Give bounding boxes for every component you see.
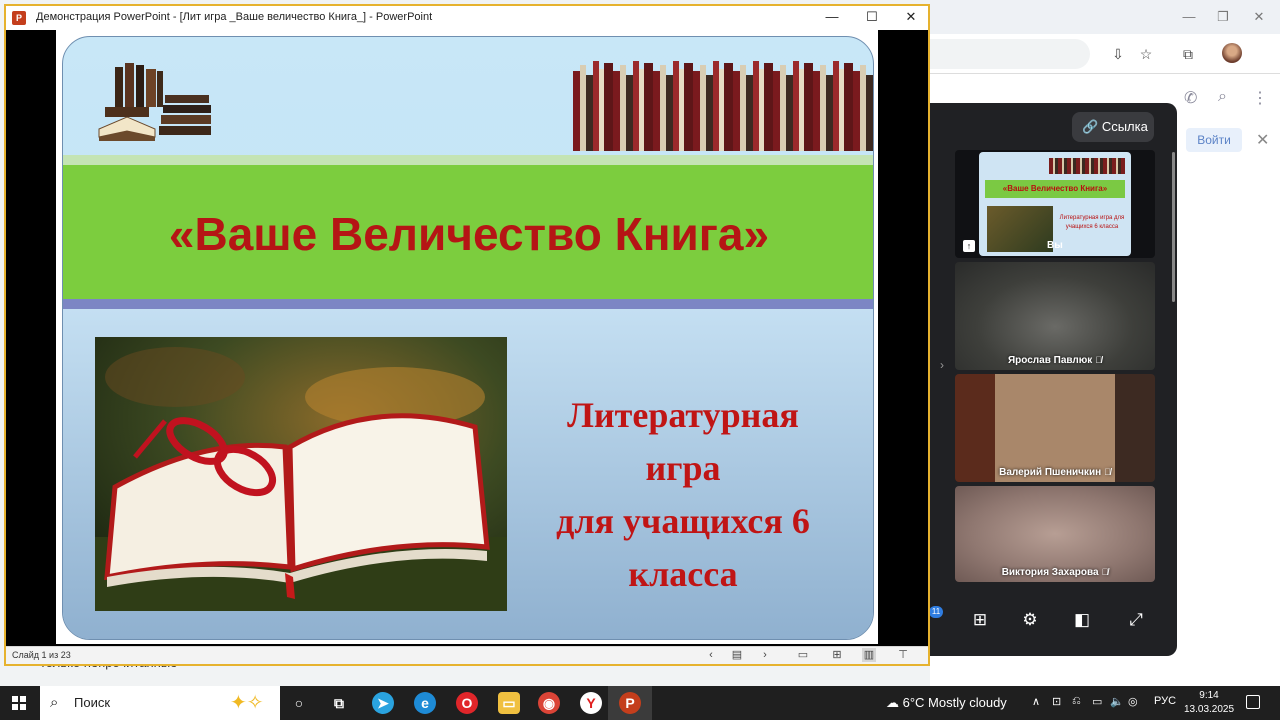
yandex-browser-icon[interactable]: Y [580, 692, 602, 714]
tray-chevron-icon[interactable]: ∧ [1032, 695, 1040, 708]
windows-start-icon[interactable] [12, 696, 26, 710]
mic-off-icon: 🎙̸ [1104, 467, 1111, 477]
weather-widget[interactable]: ☁ 6°C Mostly cloudy [886, 695, 1007, 711]
phone-icon[interactable]: ✆ [1184, 88, 1197, 108]
open-book-photo [95, 337, 507, 611]
divider-strip [63, 299, 873, 309]
chevron-right-icon[interactable]: › [940, 358, 944, 372]
close-icon[interactable]: ✕ [903, 9, 919, 25]
normal-view-icon[interactable]: ▭ [796, 648, 810, 662]
powerpoint-window: P Демонстрация PowerPoint - [Лит игра _В… [4, 4, 930, 666]
install-icon[interactable]: ⇩ [1108, 44, 1128, 64]
network-icon[interactable]: ▭ [1092, 695, 1102, 708]
opera-icon[interactable]: O [456, 692, 478, 714]
participant-tile[interactable]: Ярослав Павлюк 🎙̸ [955, 262, 1155, 370]
chrome-icon[interactable]: ◉ [538, 692, 560, 714]
edge-icon[interactable]: e [414, 692, 436, 714]
copy-link-button[interactable]: 🔗 Ссылка [1072, 112, 1154, 142]
date: 13.03.2025 [1184, 704, 1235, 715]
minimize-icon[interactable]: — [1180, 8, 1198, 26]
participant-name: Валерий Пшеничкин 🎙̸ [999, 467, 1111, 478]
slide-frame: «Ваше Величество Книга» Литературная игр… [62, 36, 874, 640]
copy-link-label: Ссылка [1101, 119, 1148, 134]
powerpoint-titlebar: P Демонстрация PowerPoint - [Лит игра _В… [6, 6, 928, 30]
browser-titlebar: — ❐ ✕ [930, 0, 1280, 34]
layout-icon[interactable]: ◧ [1072, 610, 1092, 630]
participant-tile[interactable]: Валерий Пшеничкин 🎙̸ [955, 374, 1155, 482]
fullscreen-icon[interactable]: ⤢ [1126, 610, 1146, 630]
slide-subtitle: Литературная игра для учащихся 6 класса [556, 395, 810, 594]
scrollbar[interactable] [1172, 152, 1175, 302]
participant-tile[interactable]: Виктория Захарова 🎙̸ [955, 486, 1155, 582]
powerpoint-taskbar-icon[interactable]: P [619, 692, 641, 714]
divider-strip [63, 155, 873, 165]
gear-icon[interactable]: ⚙ [1020, 610, 1040, 630]
app-tray-icon[interactable]: ◎ [1128, 695, 1138, 708]
cortana-icon[interactable]: ○ [288, 692, 310, 714]
mic-off-icon: 🎙̸ [1101, 567, 1109, 577]
clock[interactable]: 9:14 13.03.2025 [1184, 689, 1234, 717]
title-band: «Ваше Величество Книга» [63, 165, 873, 299]
bookmark-star-icon[interactable]: ☆ [1136, 44, 1156, 64]
bookshelf-image [573, 57, 873, 151]
task-view-icon[interactable]: ⧉ [328, 692, 350, 714]
volume-icon[interactable]: 🔈 [1110, 695, 1124, 708]
notification-badge: 11 [929, 606, 943, 618]
screen-share-icon: ↑ [963, 240, 975, 252]
minimize-icon[interactable]: — [824, 9, 840, 25]
maximize-icon[interactable]: ☐ [864, 9, 880, 25]
slideshow-icon[interactable]: ⊤ [896, 648, 910, 662]
close-icon[interactable]: ✕ [1250, 8, 1268, 26]
slide-counter: Слайд 1 из 23 [12, 650, 71, 660]
powerpoint-logo-icon: P [12, 11, 26, 25]
slide-title: «Ваше Величество Книга» [168, 208, 770, 260]
sparkle-icon: ✦✧ [230, 692, 264, 714]
search-icon: ⌕ [50, 694, 59, 711]
old-books-image [98, 63, 211, 141]
file-explorer-icon[interactable]: ▭ [498, 692, 520, 714]
grid-view-icon[interactable]: ⊞ [970, 610, 990, 630]
close-icon[interactable]: ✕ [1256, 130, 1269, 150]
previous-slide-icon[interactable]: ‹ [704, 648, 718, 662]
mini-slide-text: Литературная игра для учащихся 6 класса [1059, 215, 1125, 230]
mic-off-icon: 🎙̸ [1095, 355, 1103, 365]
slide-sorter-icon[interactable]: ⊞ [830, 648, 844, 662]
status-bar: Слайд 1 из 23 ‹ ▤ › ▭ ⊞ ▥ ⊤ [6, 646, 928, 664]
meet-icon[interactable]: ⊡ [1052, 695, 1061, 708]
participant-name: Виктория Захарова 🎙̸ [1001, 567, 1109, 578]
search-placeholder: Поиск [74, 695, 111, 710]
next-slide-icon[interactable]: › [758, 648, 772, 662]
login-button[interactable]: Войти [1186, 128, 1242, 152]
profile-avatar[interactable] [1222, 43, 1242, 63]
slide-canvas: «Ваше Величество Книга» Литературная игр… [56, 30, 878, 644]
participant-name: Ярослав Павлюк 🎙̸ [1007, 355, 1103, 366]
restore-icon[interactable]: ❐ [1214, 8, 1232, 26]
url-field[interactable] [930, 39, 1090, 69]
more-icon[interactable]: ⋮ [1252, 88, 1268, 108]
taskbar-search[interactable]: ⌕ Поиск ✦✧ [40, 686, 280, 720]
search-icon[interactable]: ⌕ [1218, 88, 1227, 106]
usb-icon[interactable]: ⎌ [1072, 695, 1081, 708]
time: 9:14 [1199, 690, 1219, 701]
self-label: Вы [1047, 240, 1063, 251]
mini-slide-photo [987, 206, 1053, 252]
mini-slide-title: «Ваше Величество Книга» [985, 180, 1125, 198]
extensions-icon[interactable]: ⧉ [1178, 44, 1198, 64]
window-title: Демонстрация PowerPoint - [Лит игра _Ваш… [36, 11, 433, 23]
books-image [1049, 158, 1125, 174]
telegram-icon[interactable]: ➤ [372, 692, 394, 714]
self-video-tile[interactable]: «Ваше Величество Книга» Литературная игр… [955, 150, 1155, 258]
language-indicator[interactable]: РУС [1154, 695, 1176, 707]
taskbar: ⌕ Поиск ✦✧ ○ ⧉ ➤ e O ▭ ◉ Y P ☁ 6°C Mostl… [0, 686, 1280, 720]
slide-menu-icon[interactable]: ▤ [730, 648, 744, 662]
reading-view-icon[interactable]: ▥ [862, 648, 876, 662]
notification-icon[interactable] [1246, 695, 1260, 709]
